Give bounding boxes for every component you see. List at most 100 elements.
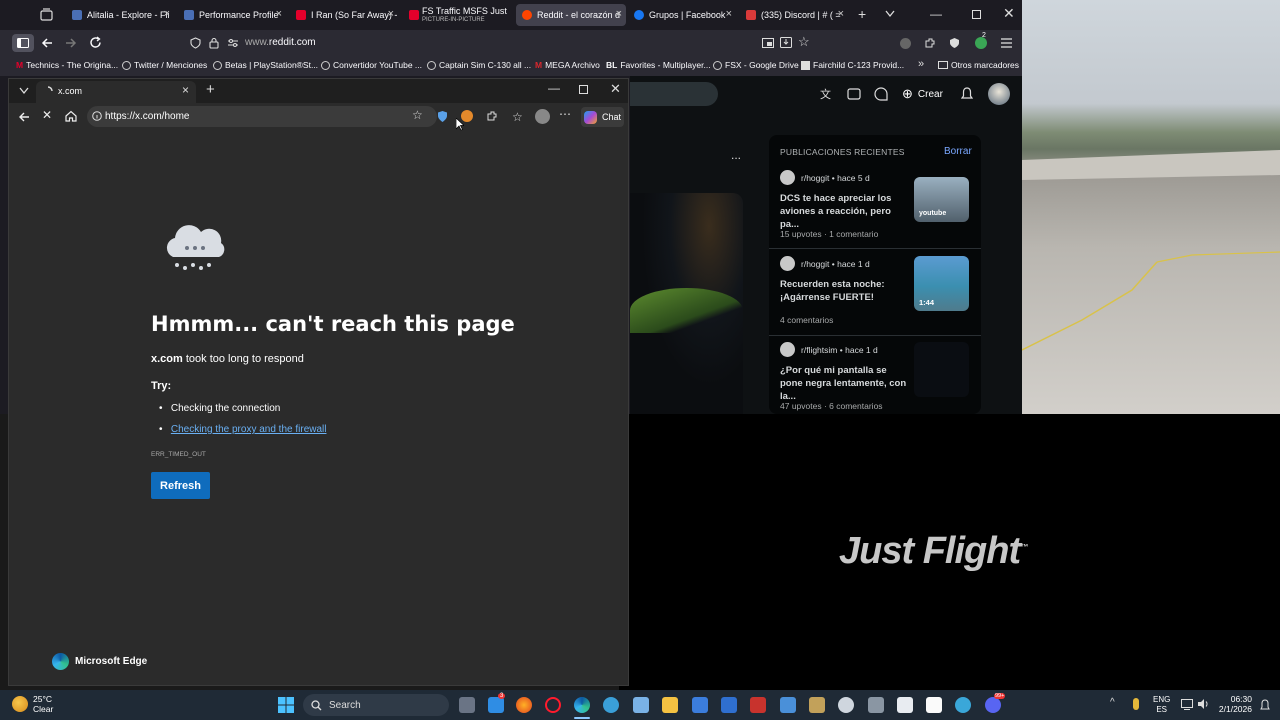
sidebar-toggle-button[interactable]: [12, 34, 34, 52]
tab-youtube-music[interactable]: I Ran (So Far Away) - ×: [290, 4, 398, 26]
advertise-icon[interactable]: [847, 88, 861, 100]
app-icon[interactable]: [809, 697, 825, 713]
tab-overview-icon[interactable]: [40, 8, 53, 21]
new-tab-button[interactable]: +: [858, 6, 866, 22]
translate-icon[interactable]: 文: [820, 87, 834, 101]
bookmark-fsx-drive[interactable]: FSX - Google Drive: [713, 60, 799, 70]
tray-chevron-icon[interactable]: ^: [1110, 697, 1115, 708]
bookmark-otros[interactable]: Otros marcadores: [938, 60, 1019, 70]
task-view-icon[interactable]: [459, 697, 475, 713]
shield-icon[interactable]: [190, 37, 201, 49]
bell-icon[interactable]: [961, 87, 973, 101]
recent-post[interactable]: r/flightsim • hace 1 d ¿Por qué mi panta…: [769, 339, 981, 414]
close-tab-icon[interactable]: ×: [182, 83, 189, 97]
file-explorer-icon[interactable]: [662, 697, 678, 713]
profile-avatar[interactable]: [535, 109, 550, 124]
home-icon[interactable]: [65, 110, 77, 122]
lock-icon[interactable]: [209, 37, 219, 49]
tab-alitalia[interactable]: Alitalia - Explore - Fli ×: [66, 4, 174, 26]
copilot-chat-button[interactable]: Chat: [581, 107, 624, 127]
tab-performance-profile[interactable]: Performance Profile ×: [178, 4, 286, 26]
app-icon[interactable]: [780, 697, 796, 713]
back-arrow-icon[interactable]: [41, 37, 53, 49]
tab-reddit[interactable]: Reddit - el corazón d ×: [516, 4, 626, 26]
url-bar[interactable]: www.reddit.com: [245, 37, 316, 48]
firefox-icon[interactable]: [516, 697, 532, 713]
minimize-button[interactable]: —: [548, 81, 560, 95]
close-icon[interactable]: ×: [616, 8, 622, 20]
bookmark-favorites-multiplayer[interactable]: BL Favorites - Multiplayer...: [606, 60, 711, 70]
edge-icon[interactable]: [574, 697, 590, 713]
app-icon[interactable]: [750, 697, 766, 713]
pip-icon[interactable]: [762, 38, 774, 48]
language-indicator[interactable]: ENG ES: [1153, 695, 1170, 715]
stop-loading-icon[interactable]: ✕: [42, 108, 52, 122]
notifications-bell-icon[interactable]: [1260, 699, 1270, 711]
app-icon[interactable]: [926, 697, 942, 713]
minimize-button[interactable]: —: [930, 7, 942, 21]
bookmark-twitter[interactable]: Twitter / Menciones: [122, 60, 207, 70]
extension-icon[interactable]: [900, 38, 911, 49]
app-icon[interactable]: [955, 697, 971, 713]
favorites-icon[interactable]: ☆: [512, 110, 525, 122]
extensions-puzzle-icon[interactable]: [924, 37, 936, 49]
app-icon[interactable]: [488, 697, 504, 713]
privacy-shield-icon[interactable]: [949, 37, 960, 49]
bookmark-convertidor[interactable]: Convertidor YouTube ...: [321, 60, 422, 70]
bitwarden-shield-icon[interactable]: [437, 110, 448, 123]
settings-more-icon[interactable]: ⋯: [559, 107, 571, 121]
chat-icon[interactable]: [874, 87, 888, 101]
more-options-icon[interactable]: ...: [731, 148, 741, 162]
close-window-button[interactable]: ✕: [1003, 5, 1015, 22]
taskbar-search[interactable]: Search: [303, 694, 449, 716]
app-icon[interactable]: [897, 697, 913, 713]
discord-icon[interactable]: [985, 697, 1001, 713]
proxy-firewall-link[interactable]: Checking the proxy and the firewall: [171, 424, 327, 435]
bookmark-captain-sim[interactable]: Captain Sim C-130 all ...: [427, 60, 531, 70]
maximize-button[interactable]: [972, 10, 981, 19]
tab-actions-chevron-icon[interactable]: [19, 87, 29, 95]
chevron-down-icon[interactable]: [885, 10, 895, 18]
app-icon[interactable]: [603, 697, 619, 713]
recent-post[interactable]: r/hoggit • hace 1 d Recuerden esta noche…: [769, 253, 981, 333]
maximize-button[interactable]: [579, 85, 588, 94]
microphone-icon[interactable]: [1133, 698, 1139, 710]
close-icon[interactable]: ×: [164, 8, 170, 20]
volume-icon[interactable]: [1197, 698, 1209, 710]
weather-widget[interactable]: 25°C Clear: [33, 694, 53, 714]
post-image[interactable]: [630, 193, 743, 414]
start-windows-icon[interactable]: [278, 697, 294, 713]
bookmark-betas[interactable]: Betas | PlayStation®St...: [213, 60, 318, 70]
address-bar[interactable]: https://x.com/home ☆: [87, 106, 437, 127]
close-icon[interactable]: ×: [726, 8, 732, 20]
reload-icon[interactable]: [89, 36, 102, 49]
permissions-icon[interactable]: [227, 38, 239, 48]
clear-recent-link[interactable]: Borrar: [944, 146, 972, 157]
new-tab-button[interactable]: +: [206, 81, 215, 98]
tab-discord[interactable]: (335) Discord | # ( = ×: [740, 4, 848, 26]
store-icon[interactable]: [692, 697, 708, 713]
close-icon[interactable]: ×: [276, 8, 282, 20]
tab-fs-traffic[interactable]: FS Traffic MSFS Just PICTURE-IN-PICTURE: [404, 4, 514, 26]
back-arrow-icon[interactable]: [18, 111, 30, 123]
app-icon[interactable]: [868, 697, 884, 713]
tab-x-com[interactable]: x.com ×: [36, 81, 196, 103]
chevron-right-icon[interactable]: »: [918, 58, 924, 70]
info-icon[interactable]: [92, 111, 102, 121]
forward-arrow-icon[interactable]: [65, 37, 77, 49]
close-icon[interactable]: ×: [838, 8, 844, 20]
bookmark-mega[interactable]: M MEGA Archivo: [535, 60, 600, 70]
clock[interactable]: 06:30 2/1/2026: [1216, 694, 1252, 714]
bookmark-fairchild[interactable]: Fairchild C-123 Provid...: [801, 60, 904, 70]
mail-icon[interactable]: [721, 697, 737, 713]
opera-icon[interactable]: [545, 697, 561, 713]
recent-post[interactable]: r/hoggit • hace 5 d DCS te hace apreciar…: [769, 167, 981, 247]
pip-window[interactable]: Just Flight™: [619, 414, 1280, 690]
app-icon[interactable]: [838, 697, 854, 713]
network-icon[interactable]: [1181, 699, 1193, 710]
hamburger-menu-icon[interactable]: [1001, 38, 1012, 48]
create-post-button[interactable]: ⊕ Crear: [902, 86, 943, 102]
favorite-star-icon[interactable]: ☆: [412, 108, 423, 122]
search-bar[interactable]: [630, 82, 718, 106]
save-icon[interactable]: [780, 37, 792, 48]
